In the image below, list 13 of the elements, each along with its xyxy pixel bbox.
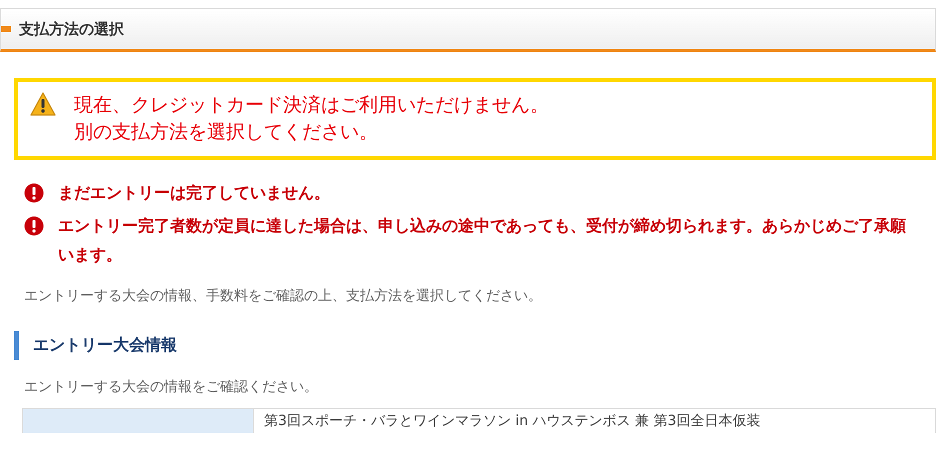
instruction-text: エントリーする大会の情報、手数料をご確認の上、支払方法を選択してください。 <box>24 287 543 305</box>
warning-text: 別の支払方法を選択してください。 <box>74 120 379 145</box>
warning-icon <box>30 92 56 116</box>
table-cell-text: 第3回スポーチ・バラとワインマラソン in ハウステンボス 兼 第3回全日本仮装 <box>263 412 762 431</box>
warning-text: 現在、クレジットカード決済はご利用いただけません。 <box>74 93 549 118</box>
subsection-heading: エントリー大会情報 <box>14 331 936 360</box>
alert-icon <box>24 216 44 236</box>
error-message: エントリー完了者数が定員に達した場合は、申し込みの途中であっても、受付が締め切られます。あらかじめご了承願います。 <box>58 215 907 266</box>
description-text: エントリーする大会の情報をご確認ください。 <box>24 378 319 396</box>
section-title: 支払方法の選択 <box>19 20 124 38</box>
alert-icon <box>24 183 44 203</box>
header-marker <box>1 26 11 32</box>
error-message: まだエントリーは完了していません。 <box>58 182 330 204</box>
